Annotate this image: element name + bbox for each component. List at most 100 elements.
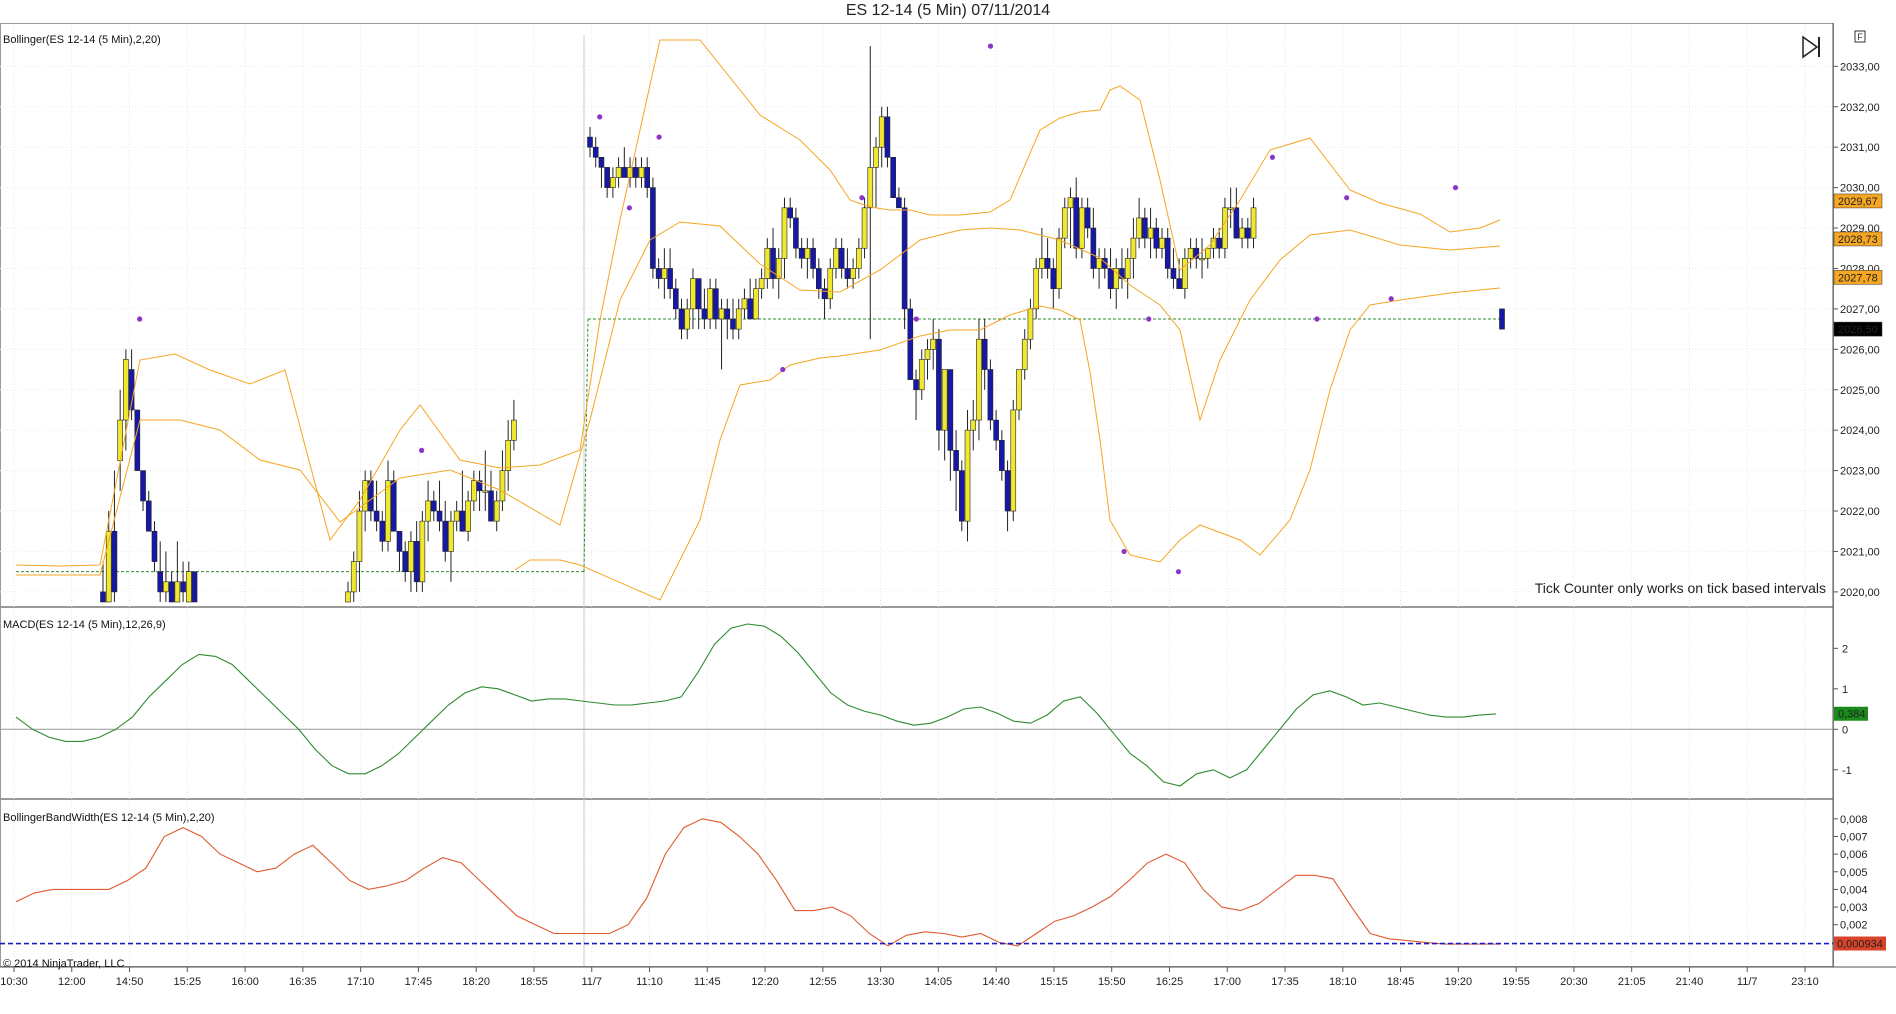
candle-body — [936, 338, 942, 431]
x-tick-label: 15:15 — [1040, 976, 1068, 988]
candle-body — [884, 116, 891, 158]
candle-body — [168, 581, 175, 603]
bollinger-lower-band — [514, 287, 1501, 601]
x-tick-label: 18:55 — [520, 976, 548, 988]
candle-body — [408, 541, 414, 572]
y-tick-label: 2027,00 — [1840, 304, 1880, 316]
candle-body — [724, 308, 731, 320]
candle-body — [918, 359, 925, 391]
candle-body — [838, 247, 845, 269]
candle-body — [1039, 258, 1045, 269]
candle-body — [718, 308, 725, 320]
candle-body — [730, 318, 736, 330]
candle-body — [610, 177, 616, 188]
candle-body — [644, 167, 651, 188]
candle-body — [396, 530, 403, 552]
candle-body — [850, 268, 856, 279]
candle-body — [1245, 227, 1251, 239]
pivot-dot — [597, 114, 603, 120]
candle-body — [667, 268, 673, 289]
candle-body — [362, 480, 368, 512]
candle-body — [453, 510, 460, 522]
y-axis-ticks: 2033,002032,002031,002030,002029,002028,… — [1833, 61, 1886, 951]
candle-body — [1010, 409, 1017, 512]
candle-body — [650, 187, 656, 269]
candle-body — [1250, 207, 1257, 239]
candle-body — [930, 338, 937, 350]
candle-body — [987, 369, 994, 421]
tick-counter-note: Tick Counter only works on tick based in… — [1535, 580, 1826, 596]
candle-body — [1021, 338, 1028, 370]
candle-body — [1119, 268, 1125, 279]
candle-body — [655, 268, 662, 279]
candle-body — [684, 308, 691, 330]
pivot-dot — [419, 447, 425, 453]
x-tick-label: 21:05 — [1618, 976, 1646, 988]
candle-body — [764, 247, 771, 279]
candle-body — [413, 541, 420, 583]
format-data-icon[interactable]: F — [1854, 30, 1866, 43]
x-tick-label: 11/7 — [1737, 976, 1758, 988]
candle-body — [123, 359, 129, 421]
x-tick-label: 12:00 — [58, 976, 86, 988]
candle-body — [100, 591, 106, 603]
candle-body — [701, 308, 708, 320]
bbw-marker-label: 0,000934 — [1837, 939, 1883, 951]
candle-body — [1027, 308, 1034, 340]
candle-body — [810, 247, 816, 269]
candle-body — [896, 197, 902, 209]
candle-body — [735, 308, 742, 330]
candle-body — [713, 288, 719, 320]
candle-body — [632, 167, 639, 178]
y-tick-label: 2023,00 — [1840, 466, 1880, 478]
candle-body — [157, 571, 163, 593]
pivot-dot — [1388, 296, 1394, 302]
close-line-step — [583, 318, 589, 572]
pivot-dot — [137, 316, 143, 322]
candle-body — [890, 156, 896, 199]
pivot-dot — [1121, 548, 1127, 555]
candle-body — [804, 247, 811, 259]
candle-body — [180, 581, 186, 593]
candle-body — [993, 419, 999, 441]
x-tick-label: 17:45 — [405, 976, 433, 988]
candle-body — [1199, 258, 1205, 261]
candle-body — [1153, 227, 1160, 249]
candle-body — [1187, 247, 1194, 259]
candle-body — [758, 278, 765, 289]
macd-panel-label: MACD(ES 12-14 (5 Min),12,26,9) — [3, 619, 166, 631]
candle-body — [1124, 258, 1131, 279]
price-panel-label: Bollinger(ES 12-14 (5 Min),2,20) — [3, 34, 161, 46]
x-tick-label: 14:50 — [116, 976, 144, 988]
candle-body — [471, 480, 477, 502]
price-panel-frame — [0, 23, 1834, 607]
y-tick-label: 2030,00 — [1840, 183, 1880, 195]
chart-area[interactable]: 2033,002032,002031,002030,002029,002028,… — [0, 0, 1896, 1014]
candle-body — [793, 217, 799, 249]
x-tick-label: 17:00 — [1213, 976, 1241, 988]
candle-body — [958, 470, 965, 522]
candle-body — [1227, 207, 1234, 210]
y-tick-label: 2026,00 — [1840, 344, 1880, 356]
candle-body — [592, 146, 599, 158]
y-tick-label: 2021,00 — [1840, 546, 1880, 558]
x-tick-label: 18:10 — [1329, 976, 1357, 988]
x-tick-label: 11/7 — [581, 976, 602, 988]
x-tick-label: 15:50 — [1098, 976, 1126, 988]
candle-body — [695, 278, 702, 310]
candle-body — [815, 268, 822, 289]
candle-body — [707, 288, 713, 320]
candle-body — [1222, 207, 1228, 249]
y-tick-label: 2 — [1842, 643, 1848, 655]
candle-body — [151, 530, 158, 562]
candle-body — [678, 308, 685, 330]
candle-body — [638, 167, 645, 178]
x-tick-label: 10:30 — [0, 976, 28, 988]
candle-body — [436, 510, 443, 522]
candle-body — [1079, 207, 1085, 249]
candle-body — [1050, 268, 1057, 289]
candle-body — [459, 510, 466, 532]
x-tick-label: 14:05 — [925, 976, 953, 988]
x-tick-label: 19:55 — [1502, 976, 1530, 988]
y-tick-label: 0,005 — [1840, 867, 1868, 879]
